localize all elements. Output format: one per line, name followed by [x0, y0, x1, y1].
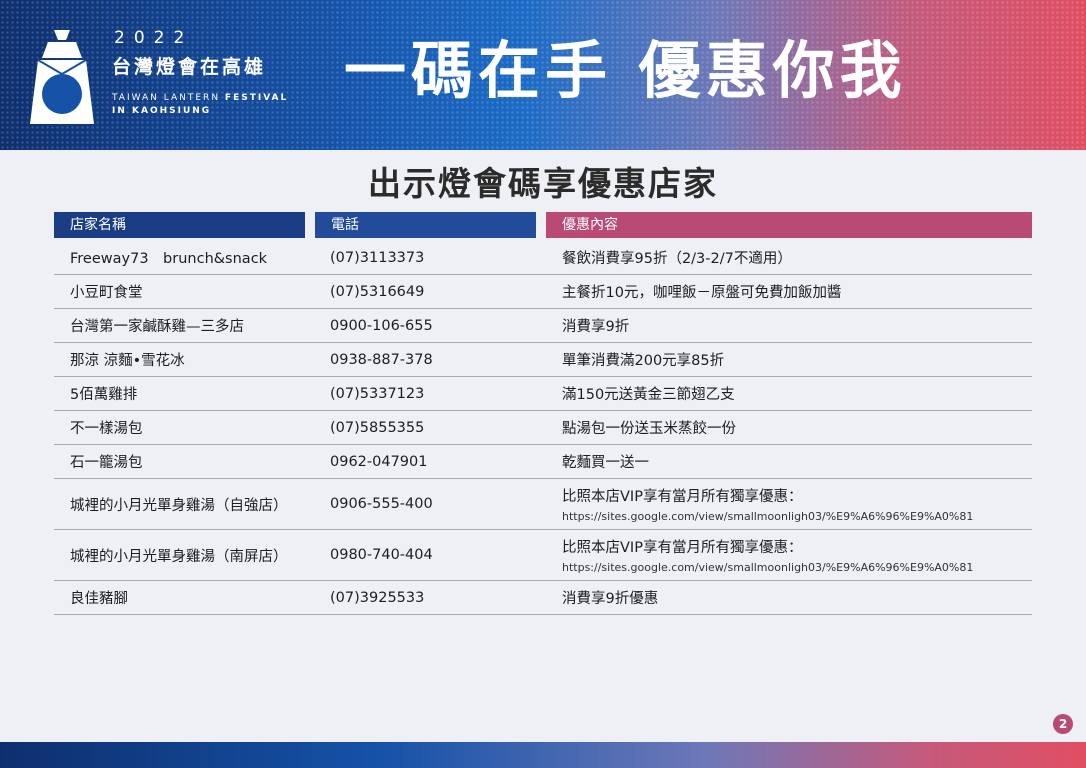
offer-link[interactable]: https://sites.google.com/view/smallmoonl… — [562, 510, 1032, 523]
phone-cell-text: (07)3113373 — [330, 249, 425, 266]
offer-cell-text: 乾麵買一送一 — [562, 455, 649, 471]
phone-cell: (07)5337123 — [330, 377, 540, 410]
offer-cell: 單筆消費滿200元享85折 — [562, 343, 1032, 376]
store-name-cell: 不一樣湯包 — [70, 411, 310, 444]
page-subtitle: 出示燈會碼享優惠店家 — [368, 164, 718, 203]
logo-english-line-1: TAIWAN LANTERN FESTIVAL — [112, 93, 289, 103]
store-name-cell: 小豆町食堂 — [70, 275, 310, 308]
offer-cell: 比照本店VIP享有當月所有獨享優惠： https://sites.google.c… — [562, 479, 1032, 529]
offer-cell-text: 消費享9折 — [562, 319, 630, 335]
phone-cell: (07)3113373 — [330, 241, 540, 274]
phone-cell: (07)5855355 — [330, 411, 540, 444]
table-row: 良佳豬腳 (07)3925533 消費享9折優惠 — [54, 581, 1032, 615]
offer-cell: 乾麵買一送一 — [562, 445, 1032, 478]
store-name-cell: 那涼 涼麵•雪花冰 — [70, 343, 310, 376]
offer-cell-text: 單筆消費滿200元享85折 — [562, 353, 725, 369]
store-name-cell-text: 小豆町食堂 — [70, 285, 143, 301]
phone-cell: 0962-047901 — [330, 445, 540, 478]
phone-cell: 0900-106-655 — [330, 309, 540, 342]
offer-cell-text: 點湯包一份送玉米蒸餃一份 — [562, 421, 736, 437]
table-row: 那涼 涼麵•雪花冰 0938-887-378 單筆消費滿200元享85折 — [54, 343, 1032, 377]
phone-cell-text: (07)5337123 — [330, 385, 425, 402]
store-name-cell: 城裡的小月光單身雞湯（自強店） — [70, 479, 310, 529]
offer-cell: 點湯包一份送玉米蒸餃一份 — [562, 411, 1032, 444]
store-name-cell-text: 石一籠湯包 — [70, 455, 143, 471]
offer-cell-text: 主餐折10元，咖哩飯－原盤可免費加飯加醬 — [562, 285, 842, 301]
logo-year: 2022 — [114, 28, 194, 48]
offer-cell: 比照本店VIP享有當月所有獨享優惠： https://sites.google.c… — [562, 530, 1032, 580]
merchant-table: 店家名稱 電話 優惠內容 Freeway73 brunch&snack (07)3… — [54, 212, 1032, 615]
page-number-badge: 2 — [1053, 714, 1073, 734]
table-row: 城裡的小月光單身雞湯（南屏店） 0980-740-404 比照本店VIP享有當月所有… — [54, 530, 1032, 581]
store-name-cell: 5佰萬雞排 — [70, 377, 310, 410]
headline: 一碼在手 優惠你我 — [344, 34, 907, 107]
phone-cell: (07)5316649 — [330, 275, 540, 308]
logo-text-block: 2022 台灣燈會在高雄 TAIWAN LANTERN FESTIVAL IN … — [112, 28, 288, 118]
store-name-cell: Freeway73 brunch&snack — [70, 241, 310, 274]
offer-cell-text: 消費享9折優惠 — [562, 591, 659, 607]
table-row: 不一樣湯包 (07)5855355 點湯包一份送玉米蒸餃一份 — [54, 411, 1032, 445]
phone-cell-text: (07)5855355 — [330, 419, 425, 436]
table-row: 小豆町食堂 (07)5316649 主餐折10元，咖哩飯－原盤可免費加飯加醬 — [54, 275, 1032, 309]
offer-cell: 消費享9折優惠 — [562, 581, 1032, 614]
logo-english-line-2: IN KAOHSIUNG — [112, 106, 212, 116]
table-body: Freeway73 brunch&snack (07)3113373 餐飲消費享95… — [54, 241, 1032, 615]
table-row: Freeway73 brunch&snack (07)3113373 餐飲消費享95… — [54, 241, 1032, 275]
phone-cell-text: (07)3925533 — [330, 589, 425, 606]
phone-cell-text: 0980-740-404 — [330, 547, 433, 563]
store-name-cell-text: 城裡的小月光單身雞湯（自強店） — [70, 497, 288, 514]
store-name-cell: 良佳豬腳 — [70, 581, 310, 614]
store-name-cell-text: 那涼 涼麵•雪花冰 — [70, 353, 185, 369]
offer-cell: 消費享9折 — [562, 309, 1032, 342]
table-row: 5佰萬雞排 (07)5337123 滿150元送黃金三節翅乙支 — [54, 377, 1032, 411]
header-store-name: 店家名稱 — [54, 212, 305, 238]
store-name-cell: 石一籠湯包 — [70, 445, 310, 478]
store-name-cell-text: 台灣第一家鹹酥雞—三多店 — [70, 319, 244, 335]
store-name-cell-text: Freeway73 brunch&snack — [70, 251, 268, 267]
header-offer: 優惠內容 — [546, 212, 1032, 238]
offer-link[interactable]: https://sites.google.com/view/smallmoonl… — [562, 561, 1032, 574]
phone-cell-text: 0938-887-378 — [330, 351, 433, 368]
store-name-cell-text: 良佳豬腳 — [70, 591, 128, 607]
offer-cell: 滿150元送黃金三節翅乙支 — [562, 377, 1032, 410]
store-name-cell-text: 不一樣湯包 — [70, 421, 143, 437]
offer-cell-text: 餐飲消費享95折（2/3-2/7不適用） — [562, 251, 792, 267]
offer-cell: 餐飲消費享95折（2/3-2/7不適用） — [562, 241, 1032, 274]
store-name-cell-text: 城裡的小月光單身雞湯（南屏店） — [70, 548, 288, 565]
lantern-logo-icon — [30, 30, 94, 124]
offer-cell: 主餐折10元，咖哩飯－原盤可免費加飯加醬 — [562, 275, 1032, 308]
header-phone: 電話 — [315, 212, 536, 238]
phone-cell: 0906-555-400 — [330, 479, 540, 529]
store-name-cell: 城裡的小月光單身雞湯（南屏店） — [70, 530, 310, 580]
phone-cell: 0938-887-378 — [330, 343, 540, 376]
table-row: 城裡的小月光單身雞湯（自強店） 0906-555-400 比照本店VIP享有當月所有… — [54, 479, 1032, 530]
table-row: 台灣第一家鹹酥雞—三多店 0900-106-655 消費享9折 — [54, 309, 1032, 343]
footer-bar — [0, 742, 1086, 768]
offer-cell-text: 比照本店VIP享有當月所有獨享優惠： — [562, 540, 803, 556]
phone-cell: (07)3925533 — [330, 581, 540, 614]
phone-cell-text: 0900-106-655 — [330, 317, 433, 334]
phone-cell-text: 0962-047901 — [330, 453, 428, 470]
offer-cell-text: 滿150元送黃金三節翅乙支 — [562, 387, 735, 403]
phone-cell-text: (07)5316649 — [330, 283, 425, 300]
phone-cell: 0980-740-404 — [330, 530, 540, 580]
header-banner: 2022 台灣燈會在高雄 TAIWAN LANTERN FESTIVAL IN … — [0, 0, 1086, 150]
store-name-cell: 台灣第一家鹹酥雞—三多店 — [70, 309, 310, 342]
store-name-cell-text: 5佰萬雞排 — [70, 387, 138, 403]
table-header: 店家名稱 電話 優惠內容 — [54, 212, 1032, 238]
offer-cell-text: 比照本店VIP享有當月所有獨享優惠： — [562, 489, 803, 505]
phone-cell-text: 0906-555-400 — [330, 496, 433, 512]
table-row: 石一籠湯包 0962-047901 乾麵買一送一 — [54, 445, 1032, 479]
logo-title: 台灣燈會在高雄 — [112, 56, 267, 78]
